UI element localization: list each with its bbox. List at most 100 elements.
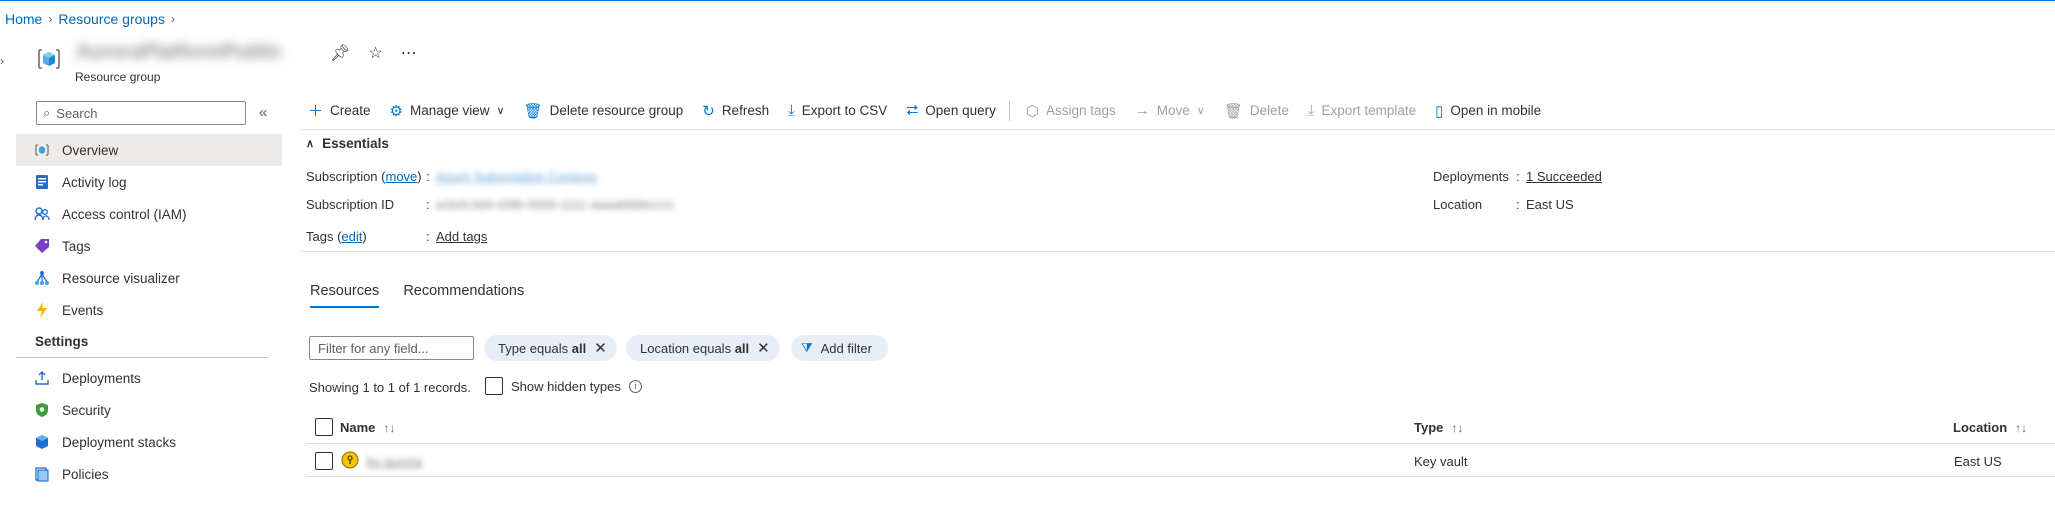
chevron-right-icon: › [170, 12, 175, 26]
shield-icon [34, 402, 50, 418]
resource-group-icon [36, 46, 62, 72]
more-options-icon[interactable]: ⋯ [401, 43, 417, 63]
key-vault-icon [341, 451, 359, 472]
sidebar-item-iam[interactable]: Access control (IAM) [16, 198, 282, 230]
expand-menu-icon[interactable]: › [0, 54, 4, 68]
sidebar-item-security[interactable]: Security [16, 394, 282, 426]
tags-label-text: Tags ( [306, 229, 342, 244]
column-header-name[interactable]: Name ↑↓ [340, 420, 395, 435]
assign-tags-label: Assign tags [1045, 103, 1116, 118]
sidebar-item-deployment-stacks[interactable]: Deployment stacks [16, 426, 282, 458]
tab-resources[interactable]: Resources [310, 283, 380, 308]
column-header-location[interactable]: Location ↑↓ [1953, 420, 2027, 435]
sidebar-item-label: Access control (IAM) [62, 206, 187, 222]
manage-view-button[interactable]: ⚙ Manage view ∨ [390, 102, 505, 120]
move-label: Move [1156, 103, 1190, 118]
row-divider [306, 476, 2055, 477]
subscription-id-colon: : [426, 197, 430, 212]
open-query-button[interactable]: ⮂ Open query [906, 102, 996, 119]
pin-icon[interactable]: 📌︎ [330, 43, 350, 63]
add-tags-link[interactable]: Add tags [436, 229, 487, 244]
query-icon: ⮂ [906, 102, 919, 119]
chevron-down-icon: ∨ [496, 105, 505, 117]
create-button[interactable]: ＋ Create [308, 100, 371, 121]
subscription-colon: : [426, 169, 430, 184]
deployments-icon [34, 370, 50, 386]
info-icon[interactable]: i [628, 379, 642, 393]
show-hidden-label: Show hidden types [511, 378, 621, 394]
type-filter-value: all [571, 340, 587, 356]
export-csv-button[interactable]: ⤓ Export to CSV [788, 102, 887, 119]
collapse-sidebar-icon[interactable]: « [259, 104, 267, 121]
sidebar-item-activity-log[interactable]: Activity log [16, 166, 282, 198]
top-accent-line [0, 0, 2055, 1]
resource-type: Key vault [1414, 454, 1468, 469]
resource-name-link[interactable]: kv-aurora [367, 454, 422, 469]
activity-log-icon [34, 174, 50, 190]
sidebar-item-label: Security [62, 402, 111, 418]
breadcrumb-resource-groups[interactable]: Resource groups [58, 11, 165, 27]
tags-label: Tags (edit) [306, 229, 367, 244]
deployments-label: Deployments [1433, 169, 1509, 184]
delete-rg-label: Delete resource group [549, 103, 684, 118]
sidebar-item-overview[interactable]: Overview [16, 134, 282, 166]
sidebar-item-label: Activity log [62, 174, 127, 190]
mobile-icon: ▯ [1435, 102, 1444, 120]
sidebar-item-resource-visualizer[interactable]: Resource visualizer [16, 262, 282, 294]
tab-recommendations[interactable]: Recommendations [403, 283, 524, 308]
subscription-label: Subscription (move) [306, 169, 422, 184]
column-header-type[interactable]: Type ↑↓ [1414, 420, 1463, 435]
create-label: Create [330, 103, 371, 118]
gear-icon: ⚙ [389, 102, 403, 120]
trash-icon: 🗑︎ [1223, 102, 1243, 120]
sidebar-item-deployments[interactable]: Deployments [16, 362, 282, 394]
select-all-checkbox[interactable] [315, 418, 333, 436]
sidebar-item-label: Events [62, 302, 104, 318]
add-filter-button[interactable]: ⧩ Add filter [791, 335, 888, 361]
deployments-succeeded-link[interactable]: 1 Succeeded [1526, 169, 1602, 184]
tags-edit-link[interactable]: edit [341, 229, 362, 244]
refresh-button[interactable]: ↻ Refresh [702, 102, 769, 120]
location-filter-pill[interactable]: Location equals all ✕ [626, 335, 780, 361]
deployments-colon: : [1516, 169, 1520, 184]
sidebar-item-tags[interactable]: Tags [16, 230, 282, 262]
delete-label: Delete [1249, 103, 1289, 118]
tag-icon [34, 238, 50, 254]
page-subtitle: Resource group [75, 70, 161, 84]
filter-input[interactable]: Filter for any field... [309, 336, 474, 360]
assign-tags-button[interactable]: ⬡ Assign tags [1026, 102, 1116, 120]
subscription-move-link[interactable]: move [385, 169, 417, 184]
column-name-label: Name [340, 420, 376, 435]
delete-button[interactable]: 🗑︎ Delete [1224, 102, 1289, 120]
sidebar-item-label: Deployment stacks [62, 434, 177, 450]
records-count: Showing 1 to 1 of 1 records. [309, 380, 471, 395]
show-hidden-types[interactable]: Show hidden types i [485, 377, 642, 395]
open-in-mobile-button[interactable]: ▯ Open in mobile [1435, 102, 1541, 120]
sort-icon: ↑↓ [383, 420, 396, 435]
command-bar: ＋ Create ⚙ Manage view ∨ 🗑︎ Delete resou… [308, 100, 1560, 121]
move-button[interactable]: → Move ∨ [1135, 102, 1205, 119]
close-icon[interactable]: ✕ [594, 339, 607, 357]
star-icon[interactable]: ☆ [368, 43, 382, 63]
download-icon: ⤓ [788, 102, 795, 119]
row-checkbox[interactable] [315, 452, 333, 470]
export-template-label: Export template [1321, 103, 1417, 118]
essentials-toggle[interactable]: ∧ Essentials [306, 136, 389, 151]
close-icon[interactable]: ✕ [757, 339, 770, 357]
sidebar-item-label: Tags [62, 238, 91, 254]
breadcrumb-home[interactable]: Home [5, 11, 42, 27]
subscription-value-link[interactable]: Azure Subscription Contoso [436, 169, 597, 184]
toolbar-divider [1008, 100, 1010, 121]
delete-resource-group-button[interactable]: 🗑︎ Delete resource group [524, 102, 684, 120]
page-title: AuroraPlatformPublic [76, 41, 283, 63]
show-hidden-checkbox[interactable] [485, 377, 503, 395]
chevron-right-icon: › [48, 12, 53, 26]
refresh-icon: ↻ [702, 102, 715, 120]
sidebar-item-policies[interactable]: Policies [16, 458, 282, 490]
sidebar-search-input[interactable]: ⌕ Search [36, 101, 246, 125]
sidebar-item-events[interactable]: Events [16, 294, 282, 326]
search-placeholder: Search [56, 105, 98, 121]
location-value: East US [1526, 197, 1574, 212]
export-template-button[interactable]: ⤓ Export template [1308, 102, 1416, 119]
type-filter-pill[interactable]: Type equals all ✕ [484, 335, 617, 361]
